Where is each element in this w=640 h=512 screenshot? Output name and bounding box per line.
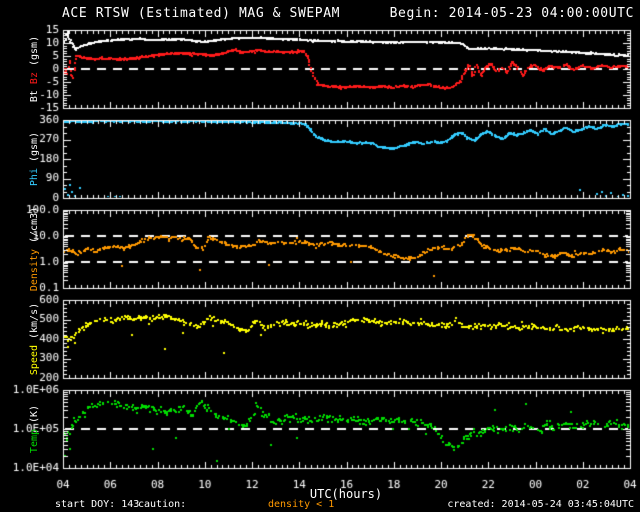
y-axis-label-density: Density (/cm3) (26, 206, 42, 292)
y-axis-label-part: Speed (28, 345, 40, 376)
y-axis-label-bt-bz: Bt Bz (gsm) (26, 30, 42, 108)
y-axis-label-speed: Speed (km/s) (26, 300, 42, 378)
y-axis-label-part: (km/s) (28, 302, 40, 340)
caution-label: caution: (138, 499, 187, 510)
start-doy-label: start DOY: 143 (55, 499, 140, 510)
page-title: ACE RTSW (Estimated) MAG & SWEPAM (62, 6, 341, 21)
y-axis-label-part: (gsm) (28, 131, 40, 163)
y-axis-label-part: Bz (28, 72, 40, 85)
plot-canvas (0, 0, 640, 512)
y-axis-label-part: (gsm) (28, 35, 40, 67)
begin-timestamp: Begin: 2014-05-23 04:00:00UTC (389, 6, 634, 21)
y-axis-label-part: Density (28, 248, 40, 292)
y-axis-label-phi: Phi (gsm) (26, 120, 42, 198)
ace-rtsw-plot: ACE RTSW (Estimated) MAG & SWEPAM Begin:… (0, 0, 640, 512)
y-axis-label-part: Temp (28, 428, 40, 454)
created-timestamp: created: 2014-05-24 03:45:04UTC (447, 499, 634, 510)
caution-value: density < 1 (268, 499, 335, 510)
y-axis-label-part: Phi (28, 168, 40, 187)
y-axis-label-part: Bt (28, 90, 40, 103)
y-axis-label-part: (K) (28, 404, 40, 423)
y-axis-label-part: (/cm3) (28, 206, 40, 243)
y-axis-label-temp: Temp (K) (26, 390, 42, 468)
